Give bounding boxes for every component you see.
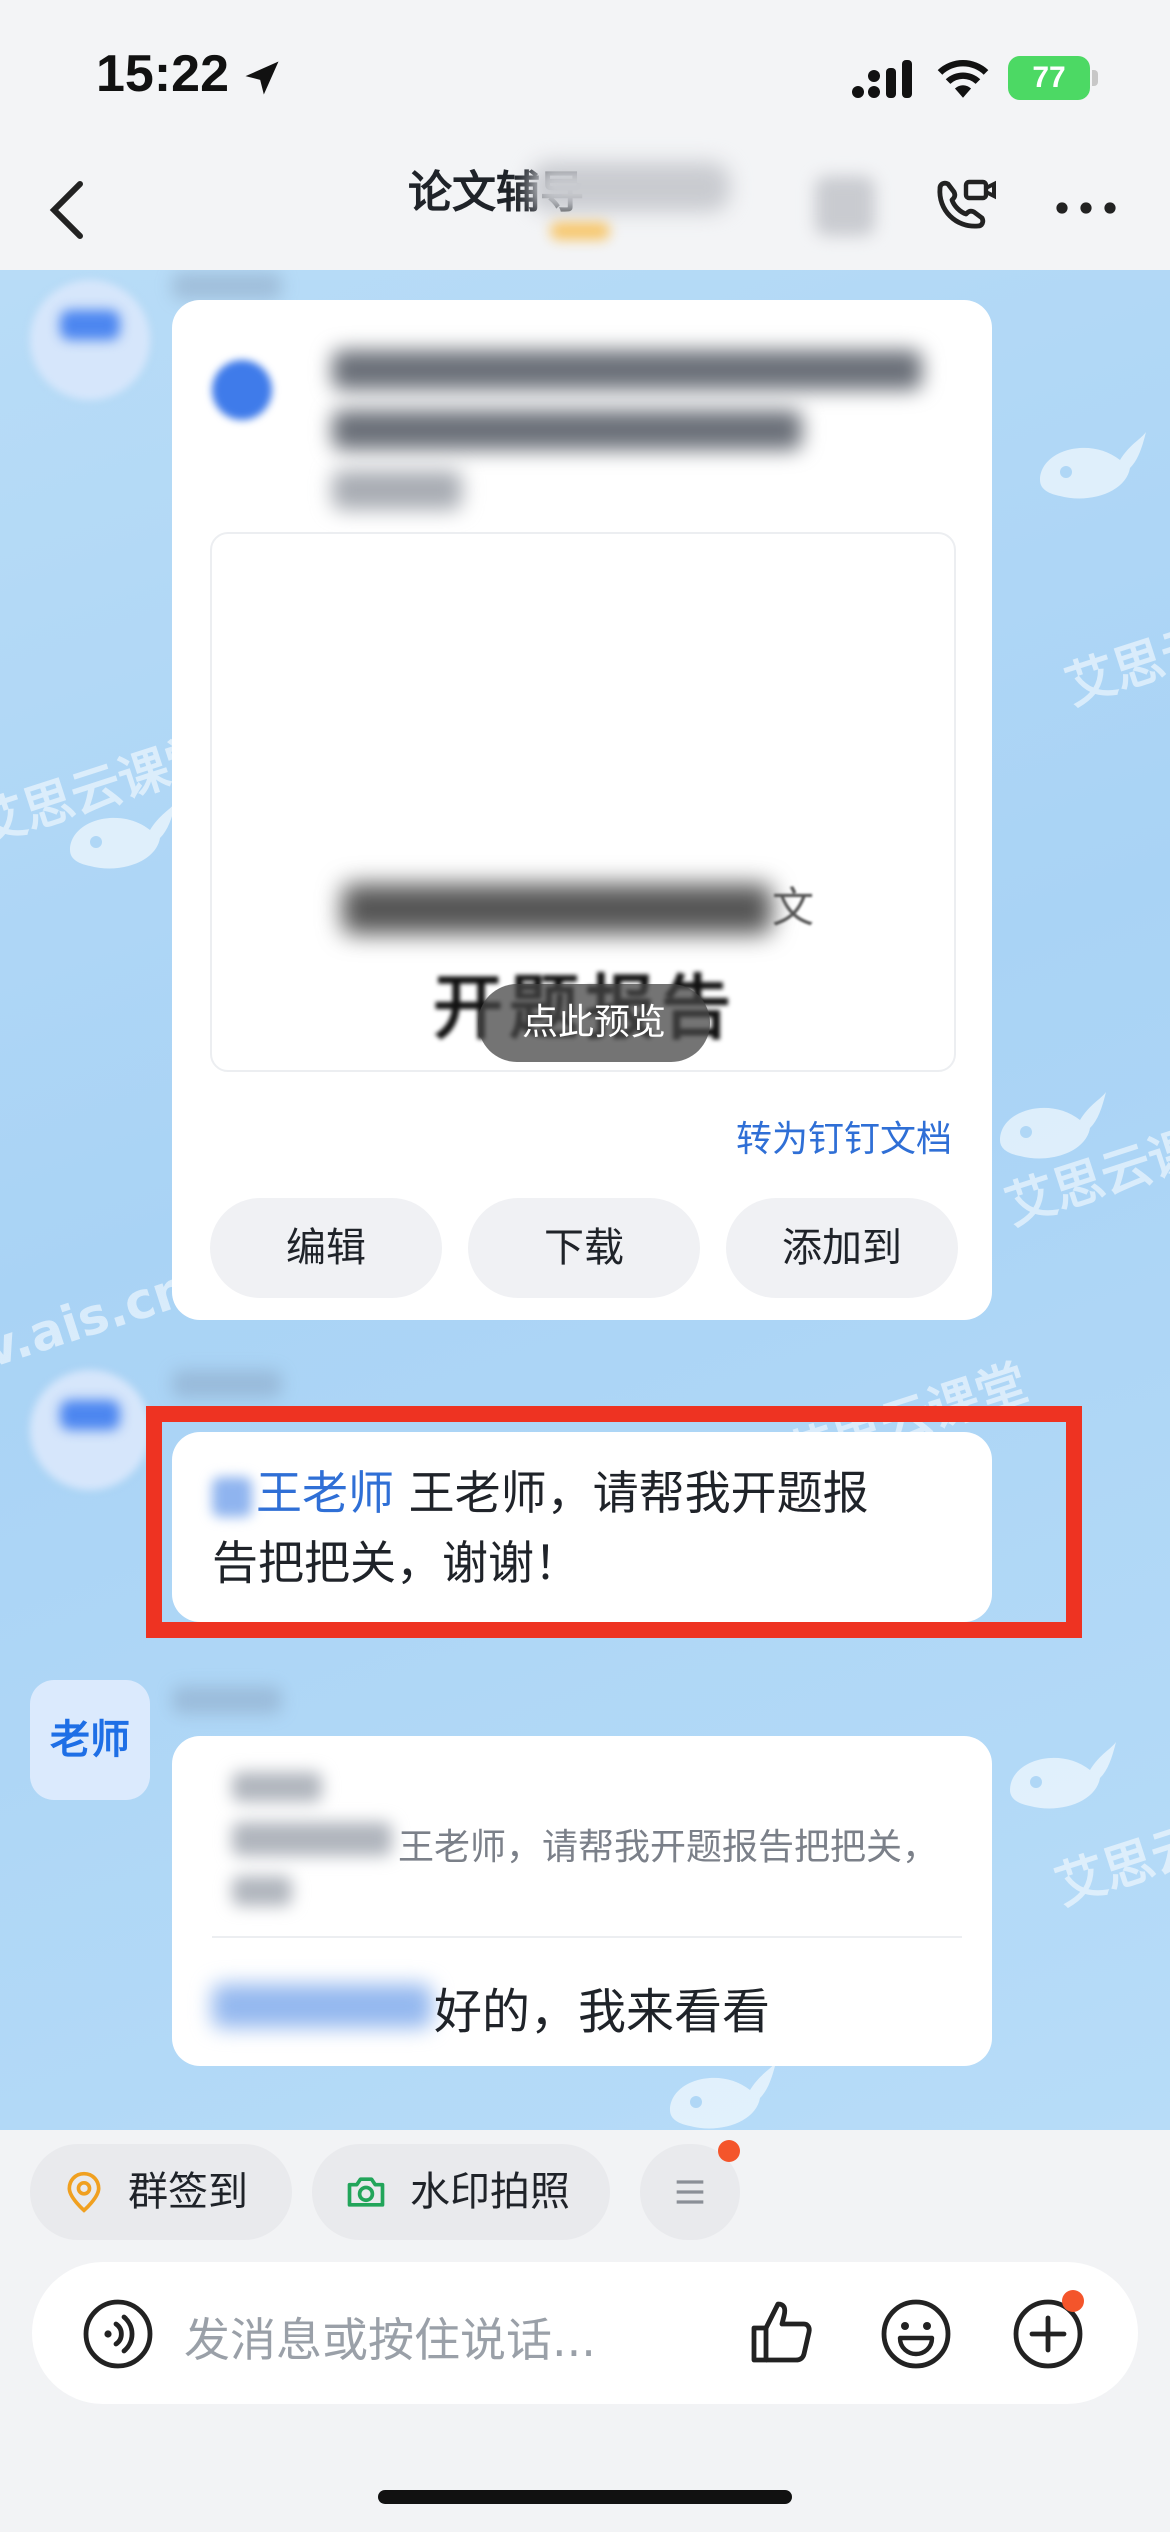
teacher-avatar[interactable]: 老师	[30, 1680, 150, 1800]
menu-lines-icon	[676, 2180, 704, 2204]
sender-name-redaction	[172, 1370, 282, 1398]
sender-avatar[interactable]	[30, 280, 150, 400]
watermark-text: 艾思云课堂	[1058, 583, 1170, 717]
check-in-chip[interactable]: 群签到	[30, 2144, 292, 2240]
video-call-icon[interactable]	[928, 172, 1000, 244]
chat-header: 论文辅导	[0, 150, 1170, 270]
sender-name-redaction	[172, 272, 282, 300]
title-badge	[550, 222, 610, 240]
message-input-bar[interactable]: 发消息或按住说话...	[32, 2262, 1138, 2404]
clock: 15:22	[96, 45, 229, 103]
notification-dot	[1062, 2290, 1084, 2312]
reply-mention-redaction	[212, 1984, 432, 2028]
message-input-placeholder[interactable]: 发消息或按住说话...	[184, 2304, 596, 2370]
home-indicator[interactable]	[378, 2490, 792, 2504]
watermark-whale-icon	[70, 802, 176, 869]
quoted-message-text: 王老师，请帮我开题报告把把关，	[398, 1827, 939, 1868]
thumbs-up-icon[interactable]	[746, 2296, 818, 2368]
reply-message-bubble[interactable]: 王老师，请帮我开题报告把把关， 好的，我来看看	[172, 1736, 992, 2066]
highlight-box	[146, 1406, 1082, 1638]
status-bar: 15:22 77	[0, 0, 1170, 150]
file-preview[interactable]: 文 开题报告 点此预览	[210, 532, 956, 1072]
file-message-card[interactable]: 文 开题报告 点此预览 转为钉钉文档 编辑 下载 添加到	[172, 300, 992, 1320]
edit-button[interactable]: 编辑	[210, 1198, 442, 1298]
watermark-text: v.ais.cn	[0, 1258, 197, 1380]
preview-button[interactable]: 点此预览	[478, 984, 710, 1062]
title-redaction	[530, 162, 730, 212]
file-size-redaction	[332, 470, 462, 510]
watermark-photo-label: 水印拍照	[410, 2169, 570, 2215]
file-name-redaction	[332, 350, 922, 390]
quick-actions-bar: 群签到 水印拍照	[0, 2130, 1170, 2250]
watermark-whale-icon	[1010, 1742, 1116, 1809]
cellular-signal-icon	[852, 60, 912, 98]
preview-subtitle-redaction	[342, 884, 772, 934]
watermark-photo-chip[interactable]: 水印拍照	[312, 2144, 610, 2240]
watermark-whale-icon	[1040, 432, 1146, 499]
sender-avatar-redaction	[60, 1400, 120, 1430]
reply-divider	[212, 1936, 962, 1938]
sender-avatar-redaction	[60, 310, 120, 340]
more-options-icon[interactable]	[1054, 196, 1118, 220]
group-icon[interactable]	[815, 176, 875, 236]
notification-dot	[718, 2140, 740, 2162]
preview-subtitle-end: 文	[772, 883, 815, 932]
file-type-icon	[212, 360, 272, 420]
download-button[interactable]: 下载	[468, 1198, 700, 1298]
quote-author-redaction	[232, 1772, 322, 1802]
camera-icon	[347, 2177, 385, 2207]
battery-indicator: 77	[1008, 56, 1090, 100]
location-pin-icon	[67, 2171, 101, 2213]
wifi-icon	[937, 60, 989, 98]
file-name-redaction	[332, 410, 802, 450]
location-arrow-icon	[245, 61, 279, 95]
battery-cap	[1092, 70, 1098, 86]
watermark-whale-icon	[1000, 1092, 1106, 1159]
back-arrow-icon[interactable]	[44, 178, 88, 242]
sender-avatar[interactable]	[30, 1370, 150, 1490]
convert-to-doc-link[interactable]: 转为钉钉文档	[736, 1110, 952, 1162]
sender-name-redaction	[172, 1686, 282, 1714]
emoji-icon[interactable]	[880, 2298, 952, 2370]
quote-tail-redaction	[232, 1876, 292, 1906]
voice-input-icon[interactable]	[82, 2298, 154, 2370]
check-in-label: 群签到	[128, 2169, 248, 2215]
add-to-button[interactable]: 添加到	[726, 1198, 958, 1298]
quote-mention-redaction	[232, 1822, 392, 1856]
reply-text: 好的，我来看看	[434, 1984, 771, 2040]
